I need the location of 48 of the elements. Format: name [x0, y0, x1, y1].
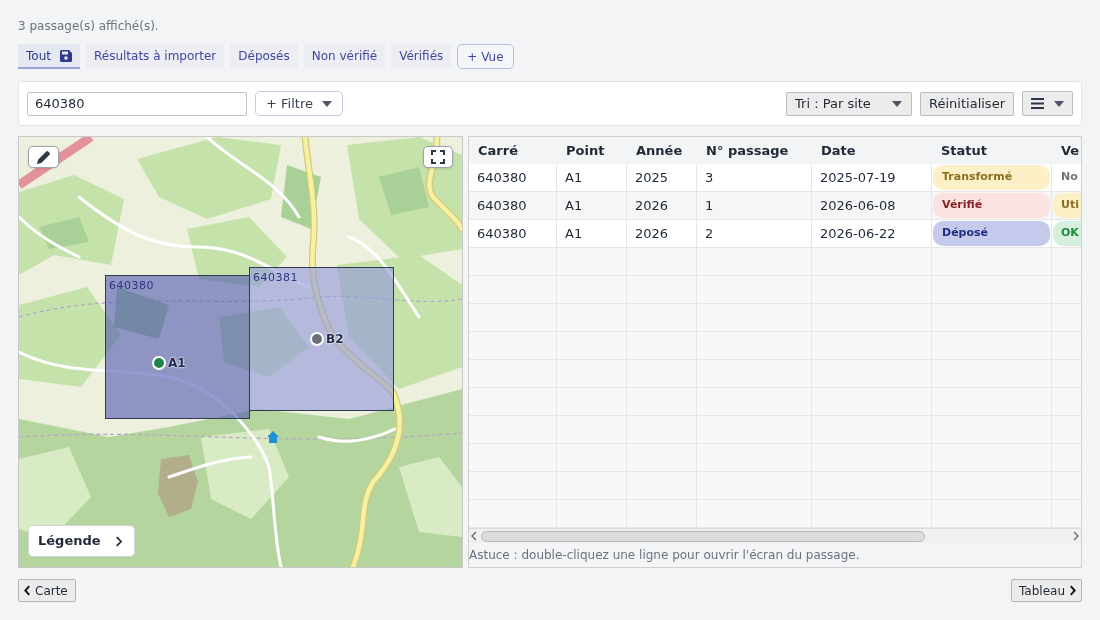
status-badge: Transformé	[933, 165, 1050, 190]
add-view-button[interactable]: + Vue	[457, 44, 514, 69]
caret-icon	[892, 100, 903, 107]
view-tab[interactable]: Résultats à importer	[85, 44, 225, 69]
hint-text: Astuce : double-cliquez une ligne pour ouvrir l'écran du passage.	[469, 547, 861, 562]
view-tab[interactable]: Non vérifié	[303, 44, 386, 69]
column-header[interactable]: N° passage	[697, 137, 812, 164]
fullscreen-icon	[431, 150, 445, 164]
column-header[interactable]: Statut	[932, 137, 1052, 164]
square-label: 640380	[109, 279, 154, 292]
view-tab[interactable]: Tout	[18, 44, 80, 69]
view-tab[interactable]: Déposés	[230, 44, 298, 69]
fullscreen-button[interactable]	[423, 146, 453, 168]
columns-menu-button[interactable]	[1022, 91, 1073, 116]
filter-button[interactable]: + Filtre	[255, 91, 343, 116]
scrollbar-thumb[interactable]	[481, 530, 925, 542]
column-header[interactable]: Année	[627, 137, 697, 164]
map-view-button[interactable]: Carte	[18, 579, 76, 602]
edit-button[interactable]	[28, 146, 59, 168]
sort-dropdown[interactable]: Tri : Par site	[786, 91, 913, 116]
chevron-right-icon	[1069, 585, 1076, 596]
point-label: B2	[326, 332, 344, 346]
scroll-left-icon[interactable]	[471, 531, 477, 541]
status-badge: Uti	[1053, 193, 1081, 218]
point-label: A1	[168, 356, 186, 370]
column-header[interactable]: Ve	[1052, 137, 1081, 164]
save-icon[interactable]	[59, 49, 72, 62]
status-badge: Déposé	[933, 221, 1050, 246]
view-tab[interactable]: Vérifiés	[391, 44, 452, 69]
status-badge: Vérifié	[933, 193, 1050, 218]
result-count: 3 passage(s) affiché(s).	[18, 18, 160, 35]
search-field[interactable]: 640380	[27, 91, 247, 116]
scroll-right-icon[interactable]	[1073, 531, 1079, 541]
chevron-right-icon	[115, 535, 122, 547]
pencil-icon	[36, 149, 51, 165]
caret-icon	[321, 100, 332, 107]
horizontal-scrollbar[interactable]	[469, 528, 1081, 543]
chevron-left-icon	[24, 585, 31, 596]
square-label: 640381	[253, 271, 298, 284]
legend-button[interactable]: Légende	[28, 525, 135, 557]
column-header[interactable]: Carré	[469, 137, 557, 164]
menu-icon	[1031, 98, 1044, 109]
column-header[interactable]: Point	[557, 137, 627, 164]
status-badge: OK	[1053, 221, 1081, 246]
table-view-button[interactable]: Tableau	[1011, 579, 1082, 602]
column-header[interactable]: Date	[812, 137, 932, 164]
reset-button[interactable]: Réinitialiser	[920, 91, 1014, 116]
caret-icon	[1054, 100, 1064, 107]
